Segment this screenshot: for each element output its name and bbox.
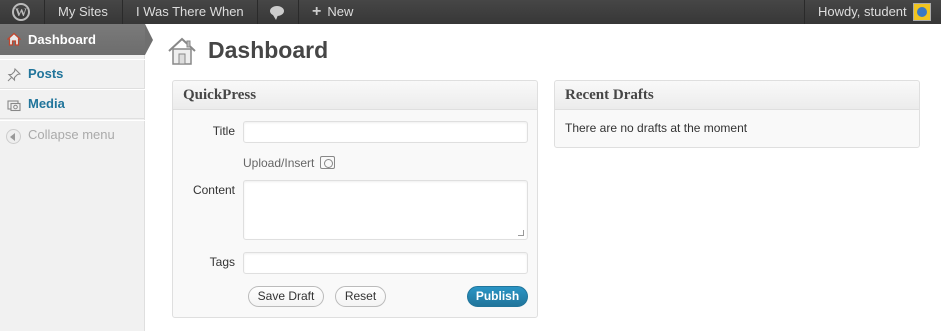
account-menu[interactable]: Howdy, student bbox=[818, 0, 907, 24]
media-icon bbox=[7, 100, 21, 112]
sidebar-item-label: Posts bbox=[28, 66, 64, 81]
admin-sidebar: Dashboard Posts Media Collapse menu bbox=[0, 24, 153, 331]
sidebar-item-label: Dashboard bbox=[28, 32, 96, 47]
recent-drafts-heading[interactable]: Recent Drafts bbox=[555, 81, 919, 110]
collapse-menu-label: Collapse menu bbox=[28, 127, 115, 142]
separator bbox=[44, 0, 45, 24]
add-media-icon[interactable] bbox=[319, 156, 335, 169]
content-label: Content bbox=[192, 183, 235, 197]
tags-input[interactable] bbox=[243, 252, 528, 274]
pushpin-icon bbox=[7, 68, 21, 82]
dashboard-house-icon bbox=[168, 37, 196, 65]
upload-insert-link[interactable]: Upload/Insert bbox=[243, 156, 335, 170]
no-drafts-message: There are no drafts at the moment bbox=[565, 121, 748, 135]
my-sites-menu[interactable]: My Sites bbox=[58, 0, 108, 24]
title-input[interactable] bbox=[243, 121, 528, 143]
user-avatar-icon[interactable] bbox=[913, 3, 931, 21]
collapse-menu-button[interactable]: Collapse menu bbox=[0, 120, 145, 150]
wordpress-logo-icon[interactable]: W bbox=[0, 0, 44, 24]
resize-handle-icon[interactable] bbox=[518, 230, 524, 236]
page-title: Dashboard bbox=[208, 37, 329, 63]
separator bbox=[804, 0, 805, 24]
sidebar-item-posts[interactable]: Posts bbox=[0, 59, 145, 89]
home-icon bbox=[7, 32, 21, 46]
quickpress-widget: QuickPress Title Upload/Insert Content T… bbox=[172, 80, 538, 318]
site-name-menu[interactable]: I Was There When bbox=[136, 0, 244, 24]
separator bbox=[257, 0, 258, 24]
active-arrow bbox=[145, 24, 153, 55]
new-content-menu[interactable]: + New bbox=[312, 0, 353, 24]
collapse-arrow-icon bbox=[6, 129, 21, 144]
publish-button[interactable]: Publish bbox=[467, 286, 528, 307]
upload-insert-label: Upload/Insert bbox=[243, 156, 315, 170]
plus-icon: + bbox=[312, 3, 322, 20]
save-draft-button[interactable]: Save Draft bbox=[248, 286, 324, 307]
quickpress-heading[interactable]: QuickPress bbox=[173, 81, 537, 110]
reset-button[interactable]: Reset bbox=[335, 286, 386, 307]
recent-drafts-widget: Recent Drafts There are no drafts at the… bbox=[554, 80, 920, 148]
tags-label: Tags bbox=[209, 255, 235, 269]
comments-button[interactable] bbox=[270, 0, 290, 24]
title-label: Title bbox=[212, 124, 235, 138]
separator bbox=[298, 0, 299, 24]
comment-bubble-icon bbox=[270, 6, 284, 20]
new-label: New bbox=[327, 4, 354, 19]
separator bbox=[122, 0, 123, 24]
sidebar-item-media[interactable]: Media bbox=[0, 89, 145, 119]
sidebar-item-dashboard[interactable]: Dashboard bbox=[0, 24, 153, 55]
sidebar-item-label: Media bbox=[28, 96, 65, 111]
content-textarea[interactable] bbox=[243, 180, 528, 240]
admin-bar: W My Sites I Was There When + New Howdy, … bbox=[0, 0, 941, 24]
